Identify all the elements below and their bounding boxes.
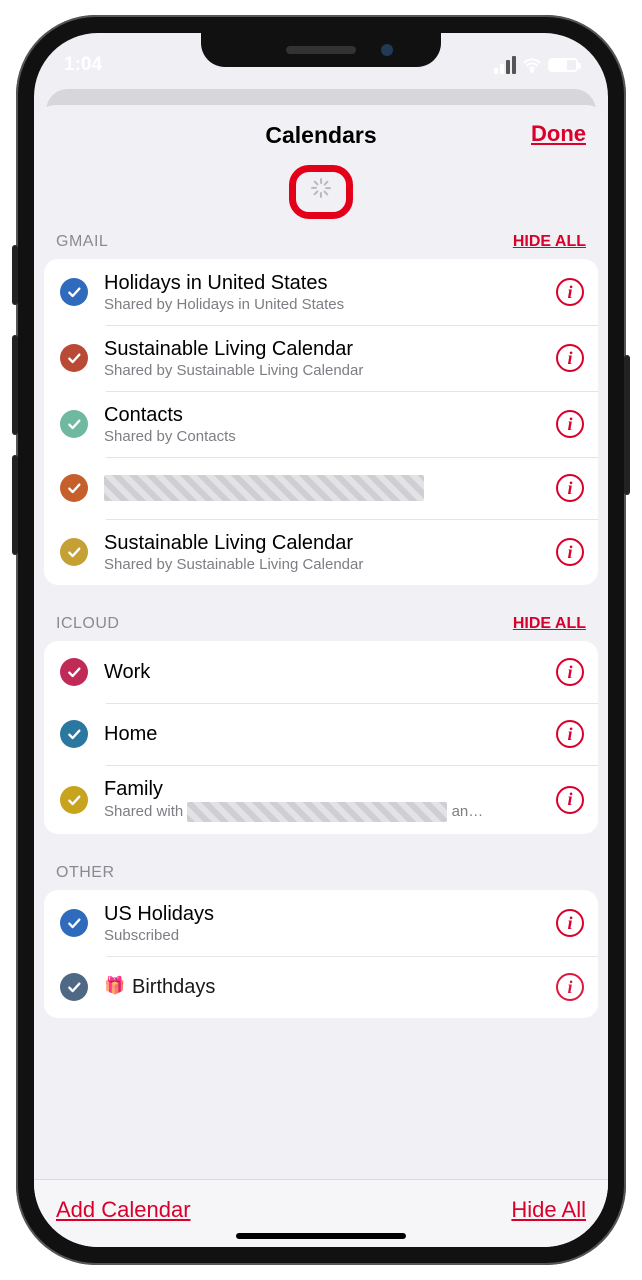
calendar-row[interactable]: i xyxy=(44,457,598,519)
calendar-subtitle: Shared by Sustainable Living Calendar xyxy=(104,362,556,379)
calendar-subtitle: Shared by Sustainable Living Calendar xyxy=(104,556,556,573)
screen: 1:04 Calendars Done xyxy=(34,33,608,1247)
calendar-title: Contacts xyxy=(104,403,556,427)
calendar-title: Home xyxy=(104,722,556,746)
loading-spinner-icon xyxy=(310,181,332,203)
volume-up-button xyxy=(12,335,18,435)
calendar-row[interactable]: US Holidays Subscribed i xyxy=(44,890,598,956)
hide-all-gmail-button[interactable]: HIDE ALL xyxy=(513,233,586,251)
cellular-signal-icon xyxy=(494,56,516,74)
calendar-row[interactable]: Home i xyxy=(44,703,598,765)
redacted-text xyxy=(187,802,447,822)
calendar-title: Birthdays xyxy=(104,975,556,999)
home-indicator[interactable] xyxy=(236,1233,406,1239)
info-button[interactable]: i xyxy=(556,538,584,566)
checkmark-icon[interactable] xyxy=(60,278,88,306)
section-header-gmail: GMAIL HIDE ALL xyxy=(34,229,608,259)
info-button[interactable]: i xyxy=(556,344,584,372)
hide-all-icloud-button[interactable]: HIDE ALL xyxy=(513,615,586,633)
annotation-highlight xyxy=(289,165,353,219)
calendar-list-scroll[interactable]: GMAIL HIDE ALL Holidays in United States… xyxy=(34,223,608,1179)
calendar-subtitle: Shared with an… xyxy=(104,802,556,822)
checkmark-icon[interactable] xyxy=(60,344,88,372)
info-button[interactable]: i xyxy=(556,658,584,686)
calendar-row[interactable]: Birthdays i xyxy=(44,956,598,1018)
info-button[interactable]: i xyxy=(556,278,584,306)
refresh-area xyxy=(34,165,608,223)
checkmark-icon[interactable] xyxy=(60,973,88,1001)
gmail-card: Holidays in United States Shared by Holi… xyxy=(44,259,598,585)
checkmark-icon[interactable] xyxy=(60,720,88,748)
hide-all-button[interactable]: Hide All xyxy=(511,1197,586,1223)
section-header-icloud: ICLOUD HIDE ALL xyxy=(34,611,608,641)
info-button[interactable]: i xyxy=(556,786,584,814)
volume-down-button xyxy=(12,455,18,555)
calendar-row[interactable]: Sustainable Living Calendar Shared by Su… xyxy=(44,325,598,391)
other-card: US Holidays Subscribed i Birthdays i xyxy=(44,890,598,1018)
battery-icon xyxy=(548,58,578,72)
redacted-text xyxy=(104,475,424,501)
info-button[interactable]: i xyxy=(556,410,584,438)
checkmark-icon[interactable] xyxy=(60,786,88,814)
calendar-title: Sustainable Living Calendar xyxy=(104,531,556,555)
checkmark-icon[interactable] xyxy=(60,909,88,937)
sheet-title: Calendars xyxy=(265,122,376,149)
section-header-other: OTHER xyxy=(34,860,608,890)
calendar-title: Family xyxy=(104,777,556,801)
wifi-icon xyxy=(522,55,542,75)
notch xyxy=(201,33,441,67)
calendar-row[interactable]: Holidays in United States Shared by Holi… xyxy=(44,259,598,325)
status-time: 1:04 xyxy=(64,54,102,76)
section-label: GMAIL xyxy=(56,233,108,251)
calendar-title: Sustainable Living Calendar xyxy=(104,337,556,361)
calendar-subtitle: Shared by Contacts xyxy=(104,428,556,445)
info-button[interactable]: i xyxy=(556,973,584,1001)
front-camera xyxy=(381,44,393,56)
calendars-sheet: Calendars Done GMAIL HIDE ALL xyxy=(34,105,608,1247)
gift-icon xyxy=(104,979,124,997)
checkmark-icon[interactable] xyxy=(60,658,88,686)
info-button[interactable]: i xyxy=(556,909,584,937)
calendar-title: Holidays in United States xyxy=(104,271,556,295)
calendar-row[interactable]: Work i xyxy=(44,641,598,703)
calendar-row[interactable]: Family Shared with an… i xyxy=(44,765,598,834)
info-button[interactable]: i xyxy=(556,720,584,748)
done-button[interactable]: Done xyxy=(531,121,586,147)
calendar-subtitle: Shared by Holidays in United States xyxy=(104,296,556,313)
checkmark-icon[interactable] xyxy=(60,474,88,502)
checkmark-icon[interactable] xyxy=(60,410,88,438)
section-label: OTHER xyxy=(56,864,115,882)
info-button[interactable]: i xyxy=(556,474,584,502)
calendar-title: Work xyxy=(104,660,556,684)
icloud-card: Work i Home i Family Shared with xyxy=(44,641,598,834)
mute-switch xyxy=(12,245,18,305)
calendar-row[interactable]: Contacts Shared by Contacts i xyxy=(44,391,598,457)
section-label: ICLOUD xyxy=(56,615,119,633)
add-calendar-button[interactable]: Add Calendar xyxy=(56,1197,191,1223)
checkmark-icon[interactable] xyxy=(60,538,88,566)
speaker xyxy=(286,46,356,54)
calendar-subtitle: Subscribed xyxy=(104,927,556,944)
sheet-header: Calendars Done xyxy=(34,105,608,165)
calendar-title: US Holidays xyxy=(104,902,556,926)
phone-frame: 1:04 Calendars Done xyxy=(16,15,626,1265)
side-button xyxy=(624,355,630,495)
calendar-row[interactable]: Sustainable Living Calendar Shared by Su… xyxy=(44,519,598,585)
